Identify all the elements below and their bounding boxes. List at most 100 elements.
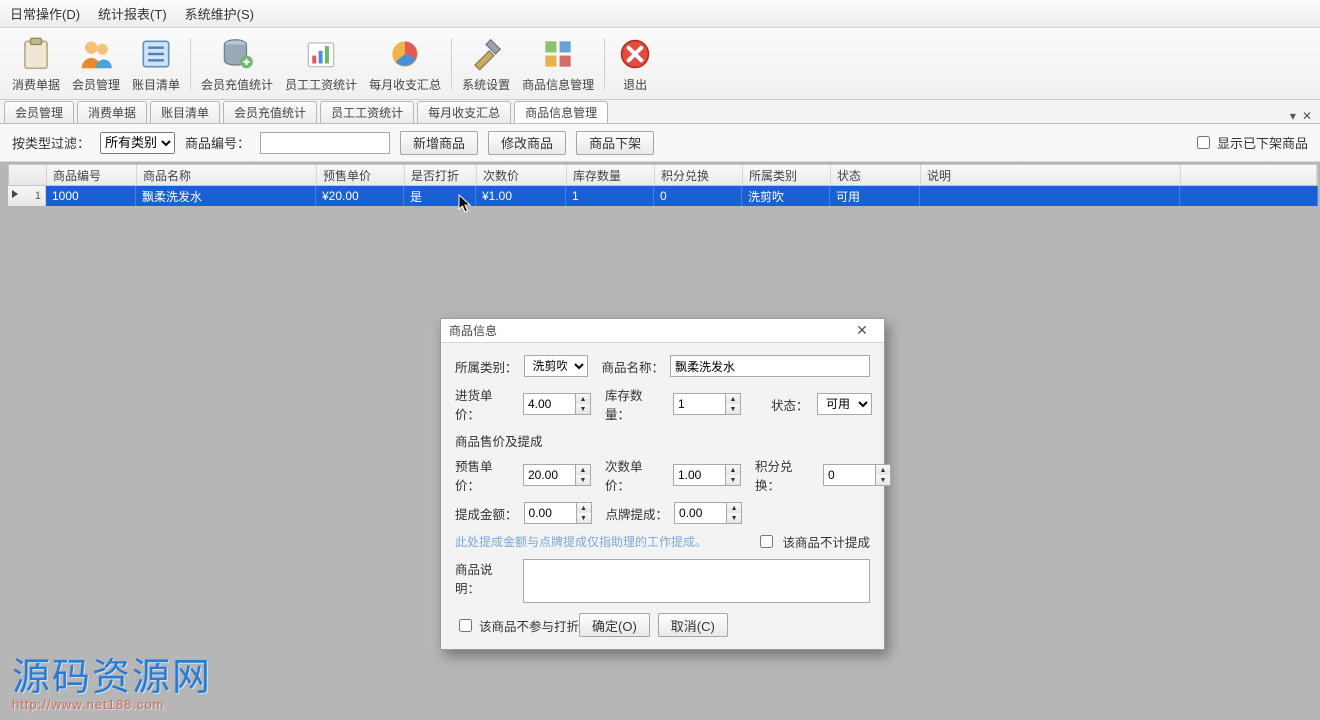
sel-status[interactable]: 可用 xyxy=(817,393,872,415)
watermark: 源码资源网 http://www.net188.com xyxy=(12,646,212,712)
lbl-stock: 库存数量： xyxy=(605,385,667,423)
tab-monthly[interactable]: 每月收支汇总 xyxy=(417,101,511,123)
tb-bill[interactable]: 账目清单 xyxy=(126,28,186,99)
chk-show-offshelf-label: 显示已下架商品 xyxy=(1217,133,1308,152)
col-countprice[interactable]: 次数价 xyxy=(477,165,567,185)
btn-ok[interactable]: 确定(O) xyxy=(579,613,650,637)
tb-recharge[interactable]: 会员充值统计 xyxy=(195,28,279,99)
lbl-desc: 商品说明： xyxy=(455,559,517,597)
cell-stock: 1 xyxy=(566,186,654,206)
tb-settings[interactable]: 系统设置 xyxy=(456,28,516,99)
txt-desc[interactable] xyxy=(523,559,870,603)
watermark-text: 源码资源网 xyxy=(12,646,212,701)
spin-commission[interactable]: ▲▼ xyxy=(524,502,592,524)
lbl-category: 所属类别： xyxy=(455,357,518,376)
tb-salary-label: 员工工资统计 xyxy=(285,76,357,93)
tb-exit-label: 退出 xyxy=(623,76,647,93)
inp-name[interactable] xyxy=(670,355,870,377)
lbl-purchase: 进货单价： xyxy=(455,385,517,423)
tb-product[interactable]: 商品信息管理 xyxy=(516,28,600,99)
users-icon xyxy=(76,34,116,74)
row-index: 1 xyxy=(35,190,41,202)
row-indicator-icon xyxy=(12,190,18,198)
menu-maint[interactable]: 系统维护(S) xyxy=(185,4,254,23)
commission-hint: 此处提成金额与点牌提成仅指助理的工作提成。 xyxy=(455,533,707,550)
cell-rest xyxy=(1180,186,1318,206)
tb-exit[interactable]: 退出 xyxy=(609,28,661,99)
grid-corner xyxy=(9,165,47,185)
col-points[interactable]: 积分兑换 xyxy=(655,165,743,185)
tools-icon xyxy=(466,34,506,74)
spin-stock[interactable]: ▲▼ xyxy=(673,393,741,415)
chk-show-offshelf[interactable] xyxy=(1197,136,1210,149)
tb-consume[interactable]: 消费单据 xyxy=(6,28,66,99)
chk-no-discount[interactable] xyxy=(459,619,472,632)
dialog-title: 商品信息 xyxy=(449,322,497,339)
spin-presale[interactable]: ▲▼ xyxy=(523,464,591,486)
tb-member-label: 会员管理 xyxy=(72,76,120,93)
cell-desc xyxy=(920,186,1180,206)
lbl-presale: 预售单价： xyxy=(455,456,517,494)
clipboard-icon xyxy=(16,34,56,74)
tb-member[interactable]: 会员管理 xyxy=(66,28,126,99)
chk-no-commission[interactable] xyxy=(760,535,773,548)
toolbar-separator xyxy=(451,38,452,90)
cell-discount: 是 xyxy=(404,186,476,206)
section-pricing: 商品售价及提成 xyxy=(455,431,870,450)
dialog-close-button[interactable]: ✕ xyxy=(848,321,876,341)
filter-type-select[interactable]: 所有类别 xyxy=(100,132,175,154)
spin-countprice[interactable]: ▲▼ xyxy=(673,464,741,486)
cell-points: 0 xyxy=(654,186,742,206)
database-plus-icon xyxy=(217,34,257,74)
tb-settings-label: 系统设置 xyxy=(462,76,510,93)
menu-daily[interactable]: 日常操作(D) xyxy=(10,4,80,23)
tabs-close-icon[interactable]: ✕ xyxy=(1302,109,1312,123)
btn-add-product[interactable]: 新增商品 xyxy=(400,131,478,155)
tabs-dropdown-icon[interactable]: ▾ xyxy=(1290,109,1296,123)
tb-consume-label: 消费单据 xyxy=(12,76,60,93)
filter-prodno-label: 商品编号： xyxy=(185,133,250,152)
col-name[interactable]: 商品名称 xyxy=(137,165,317,185)
tab-consume[interactable]: 消费单据 xyxy=(77,101,147,123)
lbl-countprice: 次数单价： xyxy=(605,456,667,494)
tab-salary[interactable]: 员工工资统计 xyxy=(320,101,414,123)
toolbar-separator xyxy=(190,38,191,90)
tb-salary[interactable]: 员工工资统计 xyxy=(279,28,363,99)
col-status[interactable]: 状态 xyxy=(831,165,921,185)
spin-purchase[interactable]: ▲▼ xyxy=(523,393,591,415)
cell-category: 洗剪吹 xyxy=(742,186,830,206)
col-id[interactable]: 商品编号 xyxy=(47,165,137,185)
tab-member[interactable]: 会员管理 xyxy=(4,101,74,123)
chk-no-discount-label: 该商品不参与打折 xyxy=(479,616,579,635)
spin-click[interactable]: ▲▼ xyxy=(674,502,742,524)
tb-product-label: 商品信息管理 xyxy=(522,76,594,93)
col-category[interactable]: 所属类别 xyxy=(743,165,831,185)
col-stock[interactable]: 库存数量 xyxy=(567,165,655,185)
pie-icon xyxy=(385,34,425,74)
btn-edit-product[interactable]: 修改商品 xyxy=(488,131,566,155)
grid-row[interactable]: 1 1000 飘柔洗发水 ¥20.00 是 ¥1.00 1 0 洗剪吹 可用 xyxy=(8,186,1318,206)
sel-category[interactable]: 洗剪吹 xyxy=(524,355,588,377)
btn-cancel[interactable]: 取消(C) xyxy=(658,613,728,637)
tab-product[interactable]: 商品信息管理 xyxy=(514,101,608,123)
filter-prodno-input[interactable] xyxy=(260,132,390,154)
lbl-status: 状态： xyxy=(771,395,811,414)
col-discount[interactable]: 是否打折 xyxy=(405,165,477,185)
menu-report[interactable]: 统计报表(T) xyxy=(98,4,167,23)
cell-countprice: ¥1.00 xyxy=(476,186,566,206)
list-icon xyxy=(136,34,176,74)
tb-monthly-label: 每月收支汇总 xyxy=(369,76,441,93)
col-rest xyxy=(1181,165,1317,185)
tab-bill[interactable]: 账目清单 xyxy=(150,101,220,123)
col-price[interactable]: 预售单价 xyxy=(317,165,405,185)
product-dialog: 商品信息 ✕ 所属类别： 洗剪吹 商品名称： 进货单价： ▲▼ 库存数量： ▲▼… xyxy=(440,318,885,650)
lbl-name: 商品名称： xyxy=(602,357,665,376)
filter-type-label: 按类型过滤： xyxy=(12,133,90,152)
close-icon: ✕ xyxy=(856,322,868,339)
btn-offshelf[interactable]: 商品下架 xyxy=(576,131,654,155)
tb-monthly[interactable]: 每月收支汇总 xyxy=(363,28,447,99)
tb-recharge-label: 会员充值统计 xyxy=(201,76,273,93)
col-desc[interactable]: 说明 xyxy=(921,165,1181,185)
spin-points[interactable]: ▲▼ xyxy=(823,464,891,486)
tab-recharge[interactable]: 会员充值统计 xyxy=(223,101,317,123)
